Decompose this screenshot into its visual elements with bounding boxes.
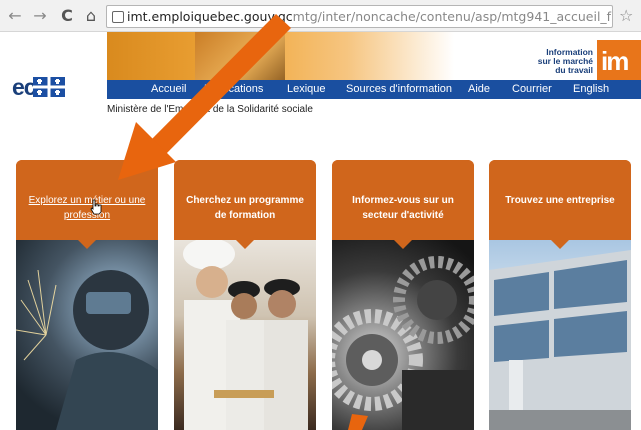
annotation-arrow-icon [118,14,291,180]
hand-cursor-icon [90,199,102,215]
annotation-arrows [118,14,368,430]
screen: { "browser": { "back_glyph": "←", "forwa… [0,0,641,430]
annotation-arrow-bottom-icon [348,414,368,430]
